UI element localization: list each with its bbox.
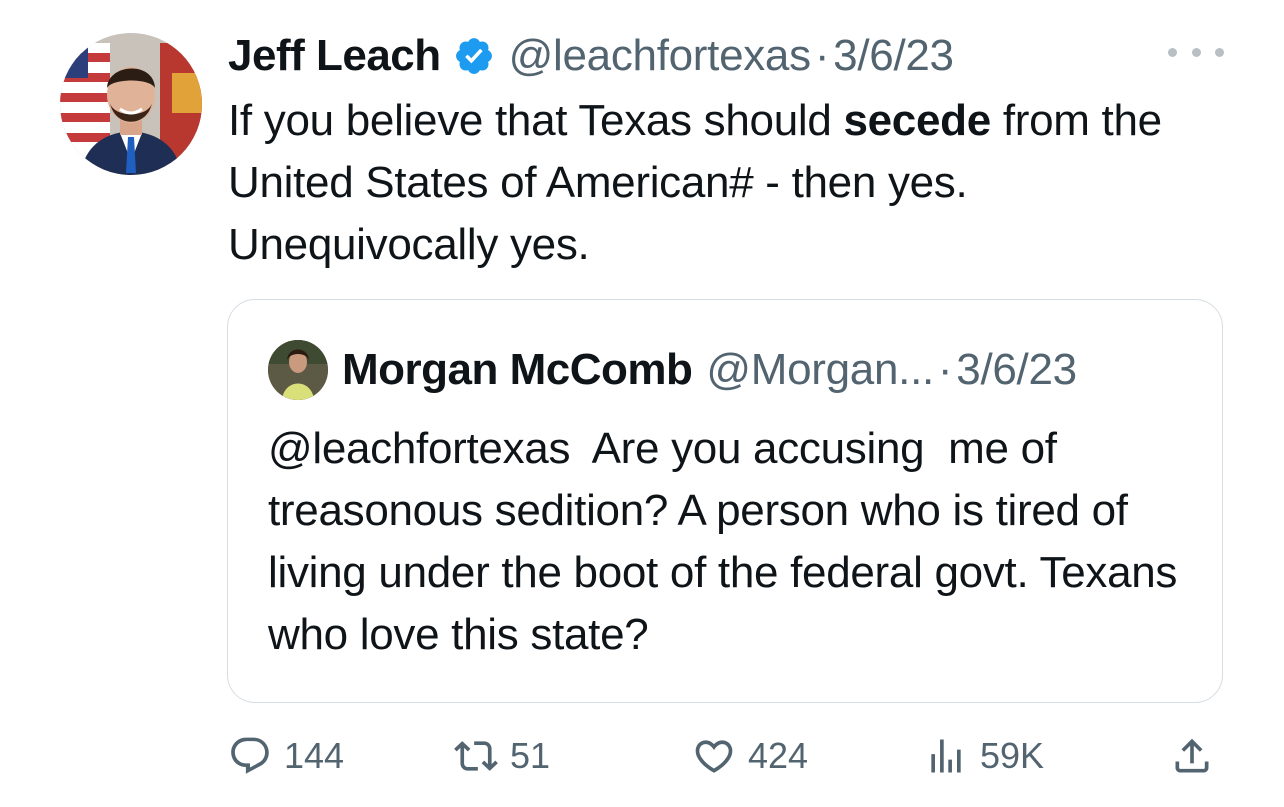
reply-button[interactable]: 144 — [228, 730, 344, 782]
views-button[interactable]: 59K — [924, 730, 1044, 782]
views-count: 59K — [980, 735, 1045, 776]
views-chart-icon — [931, 739, 961, 773]
quoted-tweet-date: 3/6/23 — [956, 345, 1077, 394]
quoted-header-separator: · — [937, 345, 953, 394]
tweet-text-part-1: If you believe that Texas should — [228, 96, 844, 145]
quoted-tweet-header: Morgan McComb @Morgan... · 3/6/23 — [342, 342, 1077, 398]
tweet-header: Jeff Leach @leachfortexas · 3/6/23 — [228, 28, 954, 84]
share-button[interactable] — [1170, 730, 1226, 782]
author-avatar[interactable] — [60, 33, 202, 175]
author-handle[interactable]: @leachfortexas — [509, 28, 811, 84]
tweet-text-bold: secede — [843, 96, 991, 145]
retweet-button[interactable]: 51 — [454, 730, 550, 782]
tweet-text: If you believe that Texas should secede … — [228, 90, 1238, 276]
author-name[interactable]: Jeff Leach — [228, 28, 441, 84]
more-options-icon[interactable] — [1168, 40, 1224, 64]
like-count: 424 — [748, 735, 809, 776]
quoted-tweet[interactable]: Morgan McComb @Morgan... · 3/6/23 @leach… — [227, 299, 1223, 703]
tweet-date[interactable]: 3/6/23 — [833, 28, 954, 84]
quoted-author-avatar[interactable] — [268, 340, 328, 400]
retweet-count: 51 — [510, 735, 551, 776]
quoted-tweet-text: @leachfortexas Are you accusing me of tr… — [268, 424, 1190, 659]
like-button[interactable]: 424 — [692, 730, 808, 782]
tweet: Jeff Leach @leachfortexas · 3/6/23 If yo… — [0, 0, 1284, 807]
header-separator: · — [814, 31, 830, 80]
share-icon — [1175, 738, 1209, 773]
quoted-author-name: Morgan McComb — [342, 345, 693, 394]
quoted-author-handle: @Morgan... — [706, 345, 934, 394]
heart-icon — [695, 740, 733, 773]
reply-icon — [231, 737, 269, 774]
reply-count: 144 — [284, 735, 345, 776]
retweet-icon — [454, 741, 498, 771]
verified-badge-icon — [453, 35, 495, 77]
tweet-actions: 144 51 424 59K — [228, 730, 1228, 782]
